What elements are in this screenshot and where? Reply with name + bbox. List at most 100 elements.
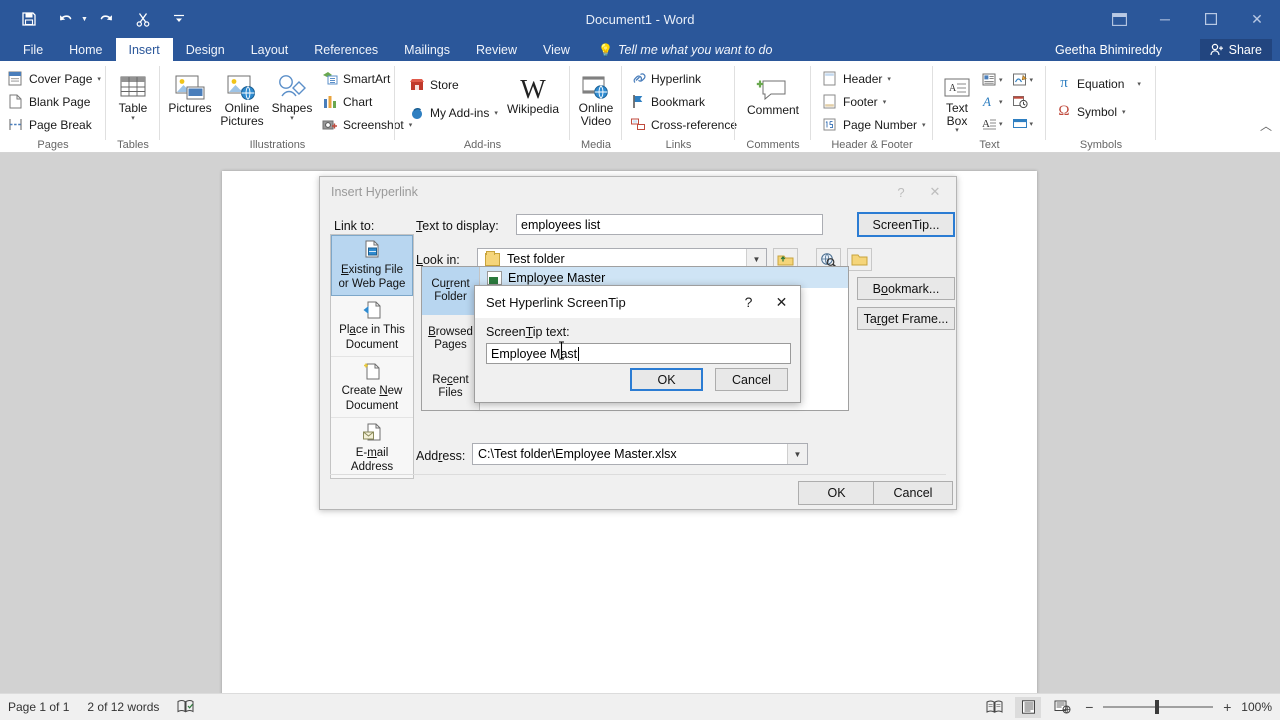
- dialog-close-button[interactable]: ✕: [918, 179, 952, 205]
- tab-references[interactable]: References: [301, 38, 391, 61]
- tab-insert[interactable]: Insert: [115, 38, 173, 61]
- equation-button[interactable]: π Equation ▾: [1050, 70, 1141, 98]
- zoom-slider-thumb[interactable]: [1155, 700, 1160, 714]
- tab-file[interactable]: File: [10, 38, 56, 61]
- print-layout-icon[interactable]: [1015, 696, 1042, 718]
- browse-tab-current-folder[interactable]: Current Folder: [422, 267, 479, 315]
- chevron-down-icon[interactable]: ▾: [887, 75, 891, 83]
- proofing-errors-icon[interactable]: [177, 699, 194, 716]
- zoom-out-button[interactable]: −: [1083, 699, 1095, 715]
- text-to-display-input[interactable]: employees list: [516, 214, 823, 235]
- tab-view[interactable]: View: [530, 38, 583, 61]
- tab-review[interactable]: Review: [463, 38, 530, 61]
- comment-button[interactable]: Comment: [735, 70, 811, 117]
- symbol-button[interactable]: Ω Symbol ▾: [1050, 98, 1141, 126]
- tab-design[interactable]: Design: [173, 38, 238, 61]
- link-to-place-in-this-document[interactable]: Place in This Document: [331, 296, 413, 357]
- screentip-help-button[interactable]: ?: [732, 287, 765, 317]
- tab-layout[interactable]: Layout: [238, 38, 302, 61]
- undo-icon[interactable]: [48, 4, 82, 34]
- drop-cap-icon[interactable]: A: [981, 116, 997, 132]
- undo-dropdown-caret-icon[interactable]: ▼: [81, 16, 88, 23]
- chevron-down-icon[interactable]: ▾: [999, 98, 1003, 106]
- text-box-button[interactable]: A Text Box ▾: [937, 68, 977, 135]
- online-video-button[interactable]: Online Video: [570, 68, 622, 127]
- chevron-down-icon[interactable]: ▾: [1137, 80, 1141, 88]
- screentip-text-input[interactable]: Employee Mast: [486, 343, 791, 364]
- target-frame-button[interactable]: Target Frame...: [857, 307, 955, 330]
- chevron-down-icon[interactable]: ▾: [955, 127, 959, 134]
- chevron-down-icon[interactable]: ▾: [1122, 108, 1126, 116]
- chevron-down-icon[interactable]: ▾: [999, 120, 1003, 128]
- zoom-in-button[interactable]: +: [1221, 699, 1233, 715]
- redo-icon[interactable]: [90, 4, 124, 34]
- online-pictures-button[interactable]: Online Pictures: [216, 68, 268, 127]
- date-and-time-icon[interactable]: [1012, 94, 1028, 110]
- dialog-cancel-button[interactable]: Cancel: [873, 481, 953, 505]
- chevron-down-icon[interactable]: ▾: [131, 115, 135, 122]
- chevron-down-icon[interactable]: ▾: [922, 121, 926, 129]
- chevron-down-icon[interactable]: ▾: [883, 98, 887, 106]
- screentip-ok-button[interactable]: OK: [630, 368, 703, 391]
- save-icon[interactable]: [12, 4, 46, 34]
- share-button[interactable]: Share: [1199, 39, 1272, 60]
- quick-parts-icon[interactable]: [981, 72, 997, 88]
- link-to-email-address[interactable]: E-mail Address: [331, 418, 413, 479]
- customize-qat-icon[interactable]: [162, 4, 196, 34]
- page-break-button[interactable]: Page Break: [2, 113, 101, 136]
- zoom-slider[interactable]: [1103, 700, 1214, 714]
- page-info[interactable]: Page 1 of 1: [8, 700, 69, 714]
- cross-reference-button[interactable]: Cross-reference: [624, 113, 737, 136]
- web-layout-icon[interactable]: [1049, 697, 1075, 718]
- pictures-button[interactable]: Pictures: [164, 68, 216, 115]
- screentip-cancel-button[interactable]: Cancel: [715, 368, 788, 391]
- address-combo[interactable]: C:\Test folder\Employee Master.xlsx ▼: [472, 443, 808, 465]
- maximize-restore-button[interactable]: [1188, 0, 1234, 38]
- close-button[interactable]: ✕: [1234, 0, 1280, 38]
- bookmark-button[interactable]: Bookmark: [624, 90, 737, 113]
- browse-tab-recent-files[interactable]: Recent Files: [422, 363, 479, 411]
- zoom-level[interactable]: 100%: [1241, 700, 1272, 714]
- wordart-icon[interactable]: A: [981, 94, 997, 110]
- account-name[interactable]: Geetha Bhimireddy: [1055, 38, 1162, 61]
- tab-home[interactable]: Home: [56, 38, 115, 61]
- screentip-dialog-title: Set Hyperlink ScreenTip: [486, 294, 626, 310]
- shapes-button[interactable]: Shapes ▾: [268, 68, 316, 122]
- store-button[interactable]: Store: [403, 71, 498, 99]
- collapse-ribbon-icon[interactable]: ︿: [1260, 117, 1272, 134]
- header-button[interactable]: Header ▾: [816, 67, 926, 90]
- wikipedia-button[interactable]: W Wikipedia: [503, 69, 563, 116]
- chevron-down-icon[interactable]: ▾: [494, 109, 498, 117]
- browse-for-file-icon[interactable]: [847, 248, 872, 271]
- object-icon[interactable]: [1012, 116, 1028, 132]
- blank-page-button[interactable]: Blank Page: [2, 90, 101, 113]
- cover-page-button[interactable]: Cover Page ▾: [2, 67, 101, 90]
- cut-icon[interactable]: [126, 4, 160, 34]
- chevron-down-icon[interactable]: ▾: [999, 76, 1003, 84]
- my-addins-button[interactable]: My Add-ins ▾: [403, 99, 498, 127]
- read-mode-icon[interactable]: [981, 697, 1007, 718]
- dialog-help-button[interactable]: ?: [884, 179, 918, 205]
- word-count[interactable]: 2 of 12 words: [87, 700, 159, 714]
- chevron-down-icon[interactable]: ▼: [787, 444, 807, 464]
- chevron-down-icon[interactable]: ▾: [1030, 120, 1034, 128]
- link-to-existing-file-or-web-page[interactable]: Existing File or Web Page: [331, 235, 413, 296]
- table-button[interactable]: Table ▾: [106, 68, 160, 122]
- ribbon-display-options-icon[interactable]: [1096, 0, 1142, 38]
- tell-me-search[interactable]: 💡 Tell me what you want to do: [598, 38, 772, 61]
- bookmark-button[interactable]: Bookmark...: [857, 277, 955, 300]
- minimize-button[interactable]: ─: [1142, 0, 1188, 38]
- link-to-create-new-document[interactable]: Create New Document: [331, 357, 413, 418]
- hyperlink-button[interactable]: Hyperlink: [624, 67, 737, 90]
- chevron-down-icon[interactable]: ▾: [97, 75, 101, 83]
- chevron-down-icon[interactable]: ▾: [1030, 76, 1034, 84]
- tab-mailings[interactable]: Mailings: [391, 38, 463, 61]
- dialog-ok-button[interactable]: OK: [798, 481, 875, 505]
- screentip-button[interactable]: ScreenTip...: [857, 212, 955, 237]
- chevron-down-icon[interactable]: ▾: [290, 115, 294, 122]
- signature-line-icon[interactable]: [1012, 72, 1028, 88]
- footer-button[interactable]: Footer ▾: [816, 90, 926, 113]
- browse-tab-browsed-pages[interactable]: Browsed Pages: [422, 315, 479, 363]
- page-number-button[interactable]: Page Number ▾: [816, 113, 926, 136]
- screentip-close-button[interactable]: ✕: [765, 287, 798, 317]
